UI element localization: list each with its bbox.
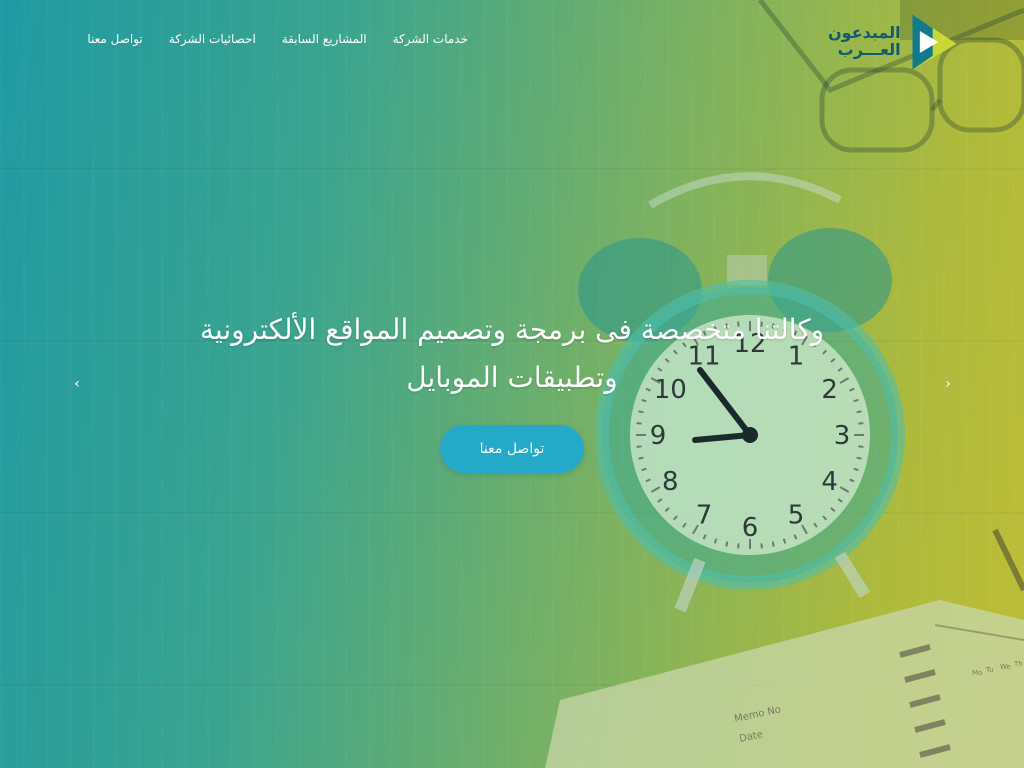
clock-tick: [760, 543, 763, 549]
main-navigation: خدمات الشركة المشاريع السابقة احصائيات ا…: [78, 32, 468, 46]
clock-number: 4: [821, 467, 838, 497]
clock-tick: [856, 410, 862, 414]
clock-tick: [858, 445, 864, 448]
clock-tick: [636, 422, 642, 425]
clock-number: 9: [650, 421, 667, 451]
clock-tick: [737, 543, 740, 549]
hero-slider: 12 1 2 3 4 5 6 7 8 9 10 11 Memo No Date Mo Tu We Th: [0, 0, 1024, 768]
brand-name: المبدعون العـــرب: [828, 24, 901, 59]
calendar-day: We: [1000, 663, 1011, 671]
nav-item-services[interactable]: خدمات الشركة: [393, 32, 468, 46]
notebook-illustration: Memo No Date Mo Tu We Th: [545, 600, 1024, 768]
nav-item-statistics[interactable]: احصائيات الشركة: [169, 32, 256, 46]
clock-tick: [725, 541, 729, 547]
clock-tick: [636, 445, 642, 448]
site-header: المبدعون العـــرب خدمات الشركة المشاريع …: [0, 0, 1024, 84]
pen-illustration: [992, 528, 1024, 592]
calendar-day: Mo: [972, 669, 982, 677]
clock-tick: [858, 422, 864, 425]
hero-headline-line2: وتطبيقات الموبايل: [406, 361, 618, 394]
clock-number: 3: [834, 421, 851, 451]
contact-us-button[interactable]: تواصل معنا: [440, 425, 584, 473]
clock-tick: [638, 410, 644, 414]
play-triangle-logo-icon: [912, 14, 957, 70]
brand-name-line2: العـــرب: [837, 40, 901, 59]
brand-logo[interactable]: المبدعون العـــرب: [828, 10, 958, 74]
chevron-left-icon[interactable]: ‹: [67, 372, 87, 396]
calendar-day: Tu: [985, 666, 994, 674]
nav-item-previous-projects[interactable]: المشاريع السابقة: [282, 32, 367, 46]
hero-headline-line1: وكالتنا متخصصة فى برمجة وتصميم المواقع ا…: [199, 313, 825, 346]
hero-headline: وكالتنا متخصصة فى برمجة وتصميم المواقع ا…: [152, 306, 872, 402]
clock-tick: [771, 541, 775, 547]
clock-tick: [638, 456, 644, 460]
clock-tick: [856, 456, 862, 460]
calendar-day: Th: [1013, 660, 1023, 668]
nav-item-contact[interactable]: تواصل معنا: [87, 32, 142, 46]
clock-number: 8: [662, 467, 679, 497]
chevron-right-icon[interactable]: ›: [938, 372, 958, 396]
clock-number: 6: [742, 513, 759, 543]
